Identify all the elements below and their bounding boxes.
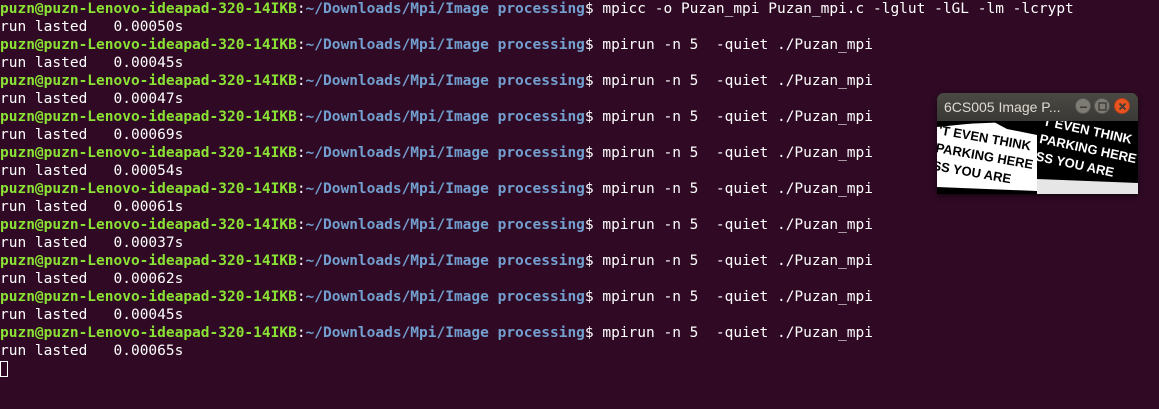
output-line: run lasted 0.00062s	[0, 270, 1159, 288]
prompt-line: puzn@puzn-Lenovo-ideapad-320-14IKB:~/Dow…	[0, 324, 1159, 342]
prompt-symbol: $	[584, 109, 594, 125]
output-prefix: run lasted	[0, 91, 114, 107]
prompt-path: ~/Downloads/Mpi/Image processing	[305, 325, 585, 341]
output-duration: 0.00069s	[113, 127, 184, 143]
output-prefix: run lasted	[0, 343, 114, 359]
text-cursor	[0, 361, 8, 377]
output-line: run lasted 0.00037s	[0, 234, 1159, 252]
prompt-symbol: $	[584, 217, 594, 233]
prompt-colon: :	[296, 145, 306, 161]
prompt-path: ~/Downloads/Mpi/Image processing	[305, 1, 585, 17]
prompt-user-host: puzn@puzn-Lenovo-ideapad-320-14IKB	[0, 73, 297, 89]
output-duration: 0.00047s	[113, 91, 184, 107]
output-duration: 0.00050s	[113, 19, 184, 35]
prompt-line: puzn@puzn-Lenovo-ideapad-320-14IKB:~/Dow…	[0, 36, 1159, 54]
prompt-colon: :	[296, 217, 306, 233]
prompt-colon: :	[296, 325, 306, 341]
prompt-symbol: $	[584, 289, 594, 305]
prompt-colon: :	[296, 181, 306, 197]
command-text: mpirun -n 5 -quiet ./Puzan_mpi	[593, 73, 873, 89]
output-duration: 0.00062s	[113, 271, 184, 287]
prompt-path: ~/Downloads/Mpi/Image processing	[305, 181, 585, 197]
prompt-colon: :	[296, 289, 306, 305]
window-titlebar[interactable]: 6CS005 Image P...	[937, 93, 1138, 121]
command-text: mpirun -n 5 -quiet ./Puzan_mpi	[593, 109, 873, 125]
command-text: mpirun -n 5 -quiet ./Puzan_mpi	[593, 37, 873, 53]
prompt-symbol: $	[584, 37, 594, 53]
input-line[interactable]	[0, 360, 1159, 378]
command-text: mpirun -n 5 -quiet ./Puzan_mpi	[593, 145, 873, 161]
prompt-user-host: puzn@puzn-Lenovo-ideapad-320-14IKB	[0, 325, 297, 341]
prompt-symbol: $	[584, 325, 594, 341]
prompt-line: puzn@puzn-Lenovo-ideapad-320-14IKB:~/Dow…	[0, 252, 1159, 270]
prompt-user-host: puzn@puzn-Lenovo-ideapad-320-14IKB	[0, 145, 297, 161]
output-duration: 0.00065s	[113, 343, 184, 359]
prompt-user-host: puzn@puzn-Lenovo-ideapad-320-14IKB	[0, 37, 297, 53]
prompt-colon: :	[296, 73, 306, 89]
prompt-path: ~/Downloads/Mpi/Image processing	[305, 217, 585, 233]
prompt-user-host: puzn@puzn-Lenovo-ideapad-320-14IKB	[0, 217, 297, 233]
prompt-line: puzn@puzn-Lenovo-ideapad-320-14IKB:~/Dow…	[0, 72, 1159, 90]
prompt-path: ~/Downloads/Mpi/Image processing	[305, 289, 585, 305]
prompt-path: ~/Downloads/Mpi/Image processing	[305, 253, 585, 269]
prompt-user-host: puzn@puzn-Lenovo-ideapad-320-14IKB	[0, 109, 297, 125]
prompt-colon: :	[296, 253, 306, 269]
output-prefix: run lasted	[0, 127, 114, 143]
command-text: mpirun -n 5 -quiet ./Puzan_mpi	[593, 289, 873, 305]
command-text: mpirun -n 5 -quiet ./Puzan_mpi	[593, 217, 873, 233]
prompt-user-host: puzn@puzn-Lenovo-ideapad-320-14IKB	[0, 1, 297, 17]
command-text: mpirun -n 5 -quiet ./Puzan_mpi	[593, 181, 873, 197]
prompt-line: puzn@puzn-Lenovo-ideapad-320-14IKB:~/Dow…	[0, 288, 1159, 306]
prompt-symbol: $	[584, 145, 594, 161]
prompt-symbol: $	[584, 1, 594, 17]
output-duration: 0.00037s	[113, 235, 184, 251]
output-prefix: run lasted	[0, 307, 114, 323]
output-prefix: run lasted	[0, 271, 114, 287]
output-duration: 0.00045s	[113, 55, 184, 71]
command-text: mpirun -n 5 -quiet ./Puzan_mpi	[593, 325, 873, 341]
prompt-path: ~/Downloads/Mpi/Image processing	[305, 37, 585, 53]
command-text: mpirun -n 5 -quiet ./Puzan_mpi	[593, 253, 873, 269]
output-duration: 0.00054s	[113, 163, 184, 179]
output-prefix: run lasted	[0, 235, 114, 251]
prompt-user-host: puzn@puzn-Lenovo-ideapad-320-14IKB	[0, 289, 297, 305]
minimize-icon[interactable]	[1075, 98, 1091, 114]
prompt-symbol: $	[584, 73, 594, 89]
prompt-path: ~/Downloads/Mpi/Image processing	[305, 73, 585, 89]
output-prefix: run lasted	[0, 199, 114, 215]
prompt-path: ~/Downloads/Mpi/Image processing	[305, 109, 585, 125]
prompt-line: puzn@puzn-Lenovo-ideapad-320-14IKB:~/Dow…	[0, 0, 1159, 18]
window-title: 6CS005 Image P...	[944, 99, 1061, 115]
prompt-user-host: puzn@puzn-Lenovo-ideapad-320-14IKB	[0, 253, 297, 269]
prompt-colon: :	[296, 37, 306, 53]
processed-image: 'T EVEN THINK PARKING HERE SS YOU ARE T …	[937, 113, 1138, 194]
terminal-window[interactable]: puzn@puzn-Lenovo-ideapad-320-14IKB:~/Dow…	[0, 0, 1159, 409]
prompt-colon: :	[296, 109, 306, 125]
output-line: run lasted 0.00065s	[0, 342, 1159, 360]
output-prefix: run lasted	[0, 163, 114, 179]
close-icon[interactable]	[1114, 98, 1130, 114]
output-duration: 0.00045s	[113, 307, 184, 323]
command-text: mpicc -o Puzan_mpi Puzan_mpi.c -lglut -l…	[593, 1, 1074, 17]
output-prefix: run lasted	[0, 55, 114, 71]
prompt-user-host: puzn@puzn-Lenovo-ideapad-320-14IKB	[0, 181, 297, 197]
image-processing-window[interactable]: 6CS005 Image P... 'T EVEN THINK PARKING …	[937, 93, 1138, 194]
output-line: run lasted 0.00050s	[0, 18, 1159, 36]
output-line: run lasted 0.00045s	[0, 54, 1159, 72]
maximize-icon[interactable]	[1094, 98, 1110, 114]
prompt-symbol: $	[584, 253, 594, 269]
output-duration: 0.00061s	[113, 199, 184, 215]
output-line: run lasted 0.00061s	[0, 198, 1159, 216]
prompt-symbol: $	[584, 181, 594, 197]
parking-sign-image: 'T EVEN THINK PARKING HERE SS YOU ARE T …	[937, 113, 1138, 194]
prompt-colon: :	[296, 1, 306, 17]
output-prefix: run lasted	[0, 19, 114, 35]
output-line: run lasted 0.00045s	[0, 306, 1159, 324]
prompt-line: puzn@puzn-Lenovo-ideapad-320-14IKB:~/Dow…	[0, 216, 1159, 234]
prompt-path: ~/Downloads/Mpi/Image processing	[305, 145, 585, 161]
